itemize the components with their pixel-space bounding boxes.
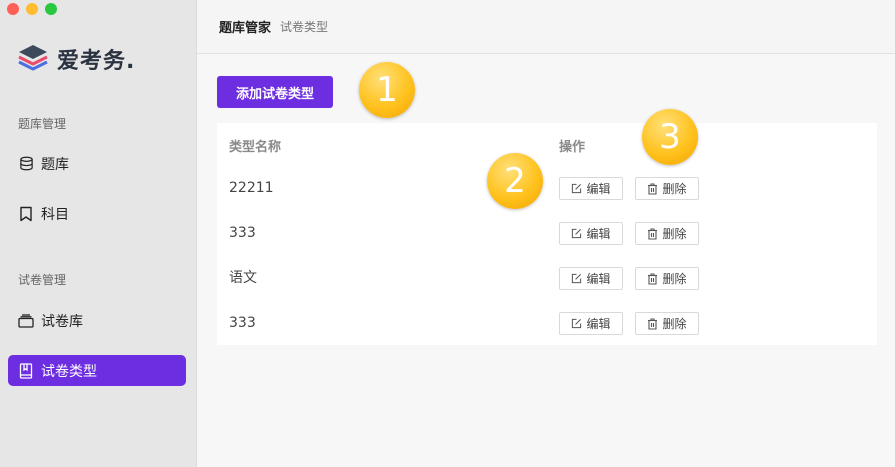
edit-button-label: 编辑 [586, 272, 611, 286]
minimize-window-button[interactable] [26, 3, 38, 15]
app-name: 爱考务. [57, 49, 136, 74]
edit-icon [571, 183, 582, 194]
layers-logo-icon [17, 43, 49, 75]
edit-button-label: 编辑 [586, 317, 611, 331]
database-icon [18, 156, 34, 172]
delete-button-label: 删除 [662, 317, 687, 331]
sidebar-item-label: 试卷库 [41, 313, 83, 330]
app-logo: 爱考务. [17, 43, 135, 75]
table-row: 22211 编辑 删除 [217, 173, 877, 218]
table-row: 333 编辑 删除 [217, 308, 877, 353]
sidebar-item-label: 题库 [41, 156, 69, 173]
callout-badge-3: 3 [642, 109, 698, 165]
table-row: 333 编辑 删除 [217, 218, 877, 263]
sidebar-item-paper-type[interactable]: 试卷类型 [8, 355, 186, 386]
section-label-exam-paper: 试卷管理 [18, 273, 67, 287]
edit-button[interactable]: 编辑 [559, 267, 623, 290]
book-icon [18, 362, 34, 379]
column-header-ops: 操作 [559, 140, 586, 155]
callout-badge-2: 2 [487, 153, 543, 209]
edit-icon [571, 318, 582, 329]
trash-icon [647, 317, 658, 330]
trash-icon [647, 227, 658, 240]
column-header-name: 类型名称 [229, 140, 282, 155]
edit-button[interactable]: 编辑 [559, 222, 623, 245]
delete-button-label: 删除 [662, 227, 687, 241]
delete-button[interactable]: 删除 [635, 222, 699, 245]
page-title: 题库管家 [219, 21, 272, 36]
delete-button[interactable]: 删除 [635, 267, 699, 290]
section-label-question-bank: 题库管理 [18, 117, 67, 131]
sidebar-item-subject[interactable]: 科目 [8, 198, 186, 229]
edit-button[interactable]: 编辑 [559, 177, 623, 200]
delete-button-label: 删除 [662, 272, 687, 286]
window-controls [7, 3, 57, 15]
close-window-button[interactable] [7, 3, 19, 15]
breadcrumb: 试卷类型 [280, 20, 329, 34]
trash-icon [647, 182, 658, 195]
type-name-cell: 语文 [229, 270, 257, 286]
type-name-cell: 333 [229, 225, 256, 241]
sidebar: 爱考务. 题库管理 题库 科目 试卷管理 试卷库 试卷类型 [0, 0, 197, 467]
paper-type-table: 类型名称 操作 22211 编辑 删除 333 编辑 删除 语文 编辑 删除 3… [217, 123, 877, 345]
sidebar-item-label: 试卷类型 [41, 363, 97, 380]
type-name-cell: 333 [229, 315, 256, 331]
delete-button[interactable]: 删除 [635, 177, 699, 200]
zoom-window-button[interactable] [45, 3, 57, 15]
callout-badge-1: 1 [359, 62, 415, 118]
type-name-cell: 22211 [229, 180, 274, 196]
edit-button[interactable]: 编辑 [559, 312, 623, 335]
edit-button-label: 编辑 [586, 182, 611, 196]
sidebar-item-paper-library[interactable]: 试卷库 [8, 305, 186, 336]
sidebar-item-question-bank[interactable]: 题库 [8, 148, 186, 179]
sidebar-item-label: 科目 [41, 206, 69, 223]
edit-icon [571, 273, 582, 284]
delete-button[interactable]: 删除 [635, 312, 699, 335]
edit-icon [571, 228, 582, 239]
delete-button-label: 删除 [662, 182, 687, 196]
bookmark-icon [18, 206, 34, 222]
add-paper-type-button[interactable]: 添加试卷类型 [217, 76, 333, 108]
table-row: 语文 编辑 删除 [217, 263, 877, 308]
edit-button-label: 编辑 [586, 227, 611, 241]
stack-icon [18, 313, 34, 329]
page-header: 题库管家 试卷类型 [197, 0, 895, 54]
trash-icon [647, 272, 658, 285]
